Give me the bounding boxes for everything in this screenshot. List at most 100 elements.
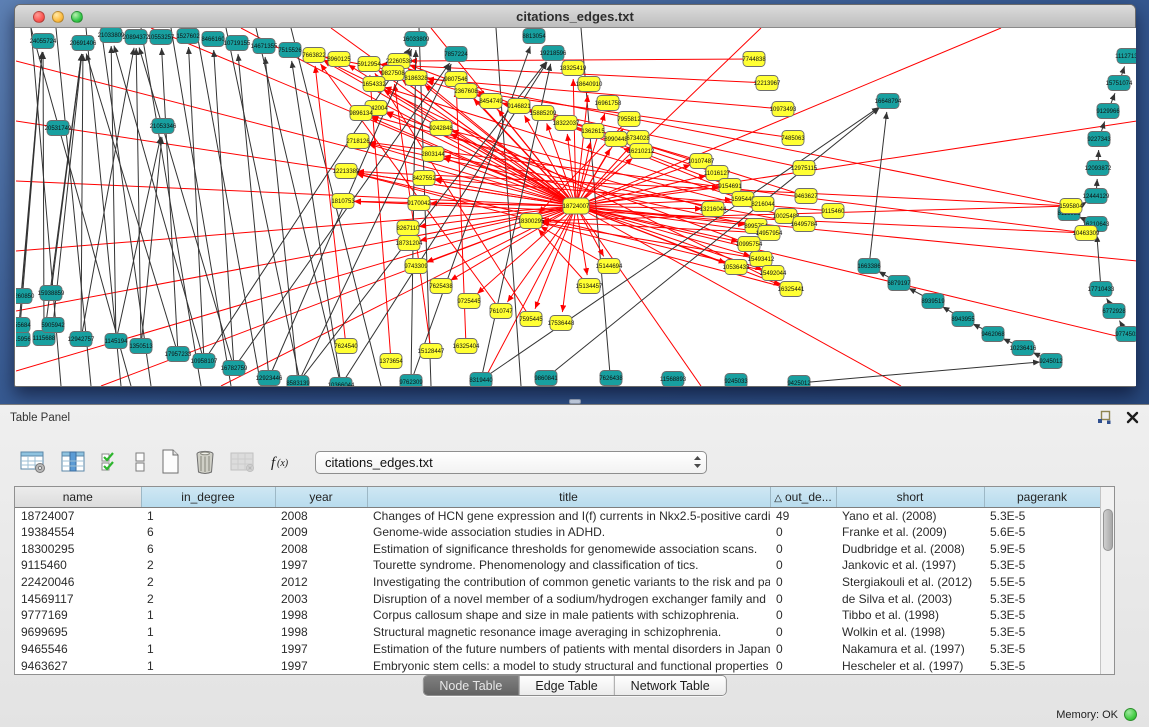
panel-splitter-handle[interactable] (569, 399, 581, 404)
graph-node[interactable]: 1663386 (857, 259, 881, 274)
graph-node[interactable]: 10536433 (723, 260, 750, 275)
table-row[interactable]: 1456911722003Disruption of a novel membe… (15, 590, 1100, 607)
graph-node[interactable]: 18325419 (560, 61, 587, 76)
table-selector-combobox[interactable]: citations_edges.txt (315, 451, 707, 474)
graph-node[interactable]: 5912954 (357, 57, 381, 72)
graph-node[interactable]: 14671355 (251, 39, 278, 54)
graph-node[interactable]: 18300295 (518, 214, 545, 229)
graph-node[interactable]: 7485063 (781, 131, 805, 146)
graph-node[interactable]: 8319440 (469, 373, 493, 387)
graph-node[interactable]: 8583139 (286, 376, 310, 387)
graph-node[interactable]: 8960125 (327, 52, 351, 67)
network-canvas[interactable]: 2405572420691406210338092089437210553257… (16, 28, 1136, 386)
table-cell[interactable]: 2003 (275, 590, 367, 607)
table-row[interactable]: 946554611997Estimation of the future num… (15, 641, 1100, 658)
graph-node[interactable]: 9129966 (1096, 104, 1120, 119)
table-cell[interactable]: 0 (770, 657, 836, 674)
table-cell[interactable]: 0 (770, 540, 836, 557)
graph-node[interactable]: 11127133 (1115, 49, 1136, 64)
table-cell[interactable]: 5.3E-5 (984, 557, 1100, 574)
graph-node[interactable]: 9355684 (16, 318, 31, 333)
graph-node[interactable]: 13216044 (700, 202, 727, 217)
table-cell[interactable]: 5.3E-5 (984, 624, 1100, 641)
graph-node[interactable]: 9762309 (399, 375, 423, 387)
table-cell[interactable]: 0 (770, 624, 836, 641)
graph-node[interactable]: 10463309 (1073, 226, 1100, 241)
graph-node[interactable]: 16033809 (403, 32, 430, 47)
tab-node-table[interactable]: Node Table (423, 676, 518, 695)
graph-node[interactable]: 9115460 (822, 204, 846, 219)
table-cell[interactable]: Wolkin et al. (1998) (836, 624, 984, 641)
table-row[interactable]: 1830029562008Estimation of significance … (15, 540, 1100, 557)
table-cell[interactable]: 1 (141, 607, 275, 624)
graph-node[interactable]: 1362615 (581, 124, 605, 139)
graph-node[interactable]: 24055724 (30, 34, 57, 49)
graph-node[interactable]: 5905942 (41, 318, 65, 333)
function-builder-button[interactable]: f (x) (269, 451, 295, 473)
graph-node[interactable]: 1527602 (176, 29, 200, 44)
graph-node[interactable]: 11568893 (660, 372, 687, 387)
column-checklist-button[interactable] (100, 450, 120, 474)
graph-node[interactable]: 8466160 (201, 32, 225, 47)
graph-node[interactable]: 15128447 (418, 344, 445, 359)
table-cell[interactable]: Tourette syndrome. Phenomenology and cla… (367, 557, 770, 574)
table-cell[interactable]: 5.3E-5 (984, 507, 1100, 524)
graph-node[interactable]: 9242848 (429, 121, 453, 136)
graph-node[interactable]: 16495784 (791, 217, 818, 232)
table-row[interactable]: 977716911998Corpus callosum shape and si… (15, 607, 1100, 624)
table-cell[interactable]: Stergiakouli et al. (2012) (836, 574, 984, 591)
graph-node[interactable]: 16325404 (453, 339, 480, 354)
table-cell[interactable]: 6 (141, 524, 275, 541)
table-cell[interactable]: 1 (141, 641, 275, 658)
table-cell[interactable]: 9465546 (15, 641, 141, 658)
table-cell[interactable]: Franke et al. (2009) (836, 524, 984, 541)
delete-table-button[interactable] (194, 449, 216, 475)
graph-node[interactable]: 10236416 (1010, 341, 1037, 356)
table-cell[interactable]: 5.3E-5 (984, 590, 1100, 607)
table-cell[interactable]: 5.3E-5 (984, 607, 1100, 624)
graph-node[interactable]: 8454749 (479, 94, 503, 109)
table-cell[interactable]: 9463627 (15, 657, 141, 674)
graph-node[interactable]: 16648794 (875, 94, 902, 109)
graph-node[interactable]: 9725445 (457, 294, 481, 309)
row-boxes-button[interactable] (134, 450, 146, 474)
tab-edge-table[interactable]: Edge Table (518, 676, 613, 695)
graph-node[interactable]: 9245012 (1039, 354, 1063, 369)
table-cell[interactable]: 0 (770, 641, 836, 658)
graph-node[interactable]: 8267110 (397, 221, 421, 236)
graph-node[interactable]: 8216044 (751, 197, 775, 212)
column-header-name[interactable]: name (15, 487, 141, 507)
graph-node[interactable]: 9827508 (381, 66, 405, 81)
graph-node[interactable]: 10995754 (736, 237, 763, 252)
graph-node[interactable]: 15751074 (1106, 76, 1133, 91)
table-cell[interactable]: 9777169 (15, 607, 141, 624)
graph-node[interactable]: 9463627 (794, 189, 818, 204)
graph-node[interactable]: 1595804 (1059, 199, 1083, 214)
graph-node[interactable]: 25260850 (16, 289, 35, 304)
graph-node[interactable]: 16961758 (595, 96, 622, 111)
table-cell[interactable]: 1997 (275, 641, 367, 658)
graph-node[interactable]: 1654332 (362, 77, 386, 92)
table-cell[interactable]: 1 (141, 507, 275, 524)
scrollbar-thumb[interactable] (1103, 509, 1113, 551)
table-row[interactable]: 2242004622012Investigating the contribut… (15, 574, 1100, 591)
graph-node[interactable]: 15493412 (748, 252, 775, 267)
column-header-out_de[interactable]: △out_de... (770, 487, 836, 507)
table-cell[interactable]: 18724007 (15, 507, 141, 524)
graph-node[interactable]: 8186328 (404, 71, 428, 86)
column-header-short[interactable]: short (836, 487, 984, 507)
table-row[interactable]: 1938455462009Genome-wide association stu… (15, 524, 1100, 541)
column-header-in_degree[interactable]: in_degree (141, 487, 275, 507)
table-cell[interactable]: 5.5E-5 (984, 574, 1100, 591)
graph-node[interactable]: 6879197 (887, 276, 911, 291)
graph-node[interactable]: 9425012 (787, 376, 811, 387)
table-cell[interactable]: Nakamura et al. (1997) (836, 641, 984, 658)
table-cell[interactable]: 2 (141, 557, 275, 574)
table-cell[interactable]: 0 (770, 557, 836, 574)
graph-node[interactable]: 18640910 (576, 77, 603, 92)
table-cell[interactable]: Changes of HCN gene expression and I(f) … (367, 507, 770, 524)
table-cell[interactable]: Dudbridge et al. (2008) (836, 540, 984, 557)
table-cell[interactable]: 2008 (275, 540, 367, 557)
graph-node[interactable]: 7595445 (519, 312, 543, 327)
table-cell[interactable]: 0 (770, 574, 836, 591)
